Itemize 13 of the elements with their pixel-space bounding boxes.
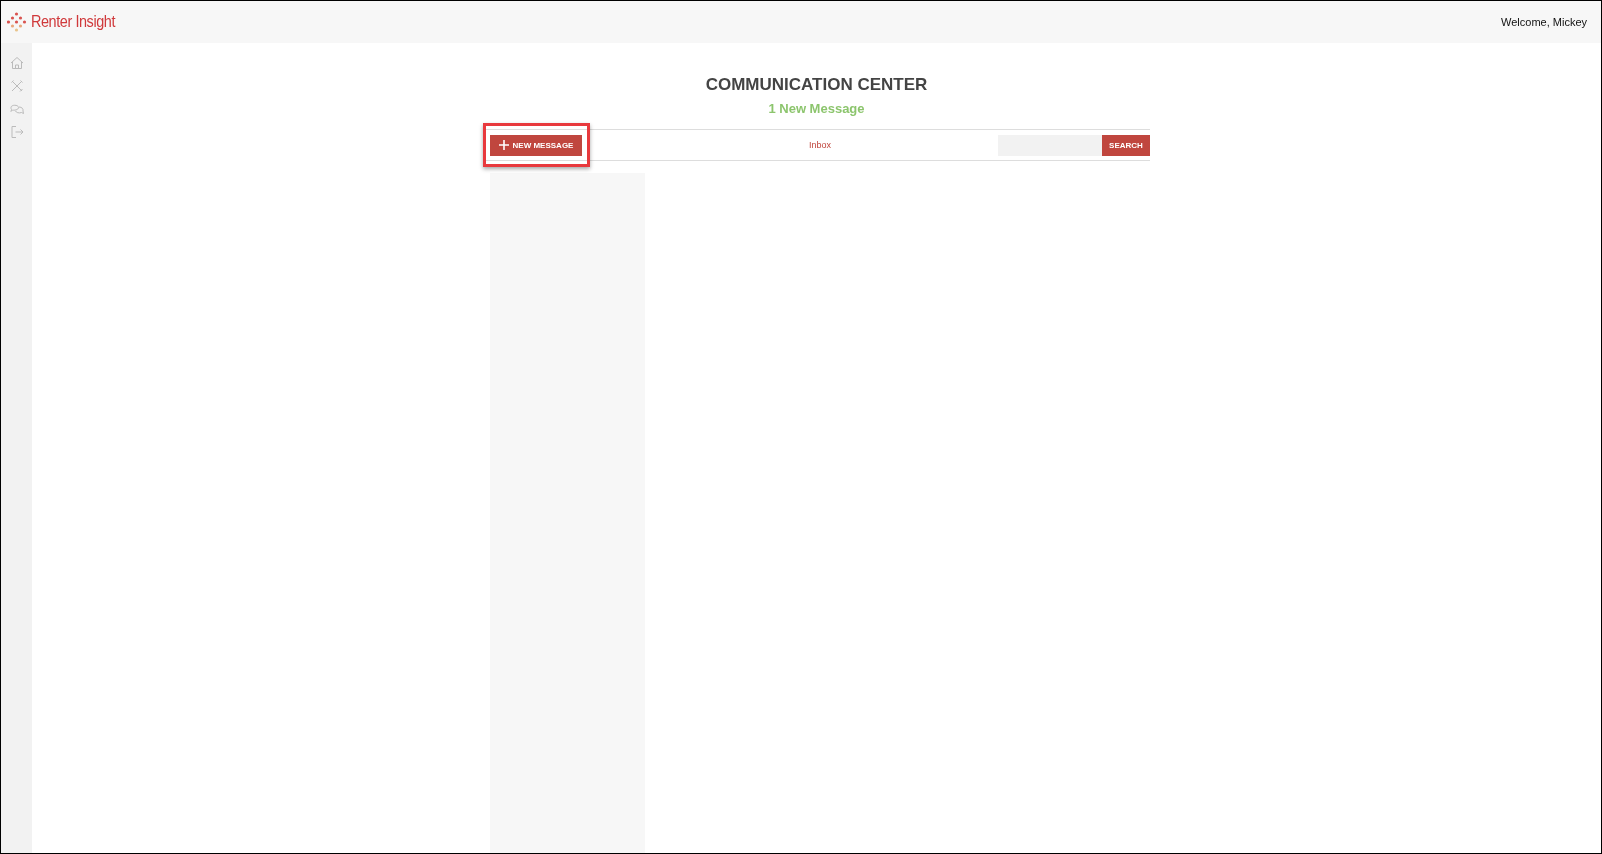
- search-button[interactable]: SEARCH: [1102, 134, 1150, 156]
- new-message-button[interactable]: NEW MESSAGE: [490, 134, 582, 156]
- brand-name[interactable]: Renter Insight: [31, 12, 115, 32]
- logout-icon[interactable]: [9, 125, 24, 139]
- page-title: COMMUNICATION CENTER: [705, 75, 928, 95]
- welcome-text: Welcome, Mickey: [1501, 16, 1587, 28]
- search-field[interactable]: [998, 134, 1102, 156]
- logo-icon: [7, 11, 27, 33]
- chat-icon[interactable]: [9, 102, 24, 116]
- inbox-label[interactable]: Inbox: [809, 140, 831, 150]
- new-message-count: 1 New Message: [768, 101, 865, 116]
- home-icon[interactable]: [9, 56, 24, 70]
- plus-icon: [498, 140, 509, 150]
